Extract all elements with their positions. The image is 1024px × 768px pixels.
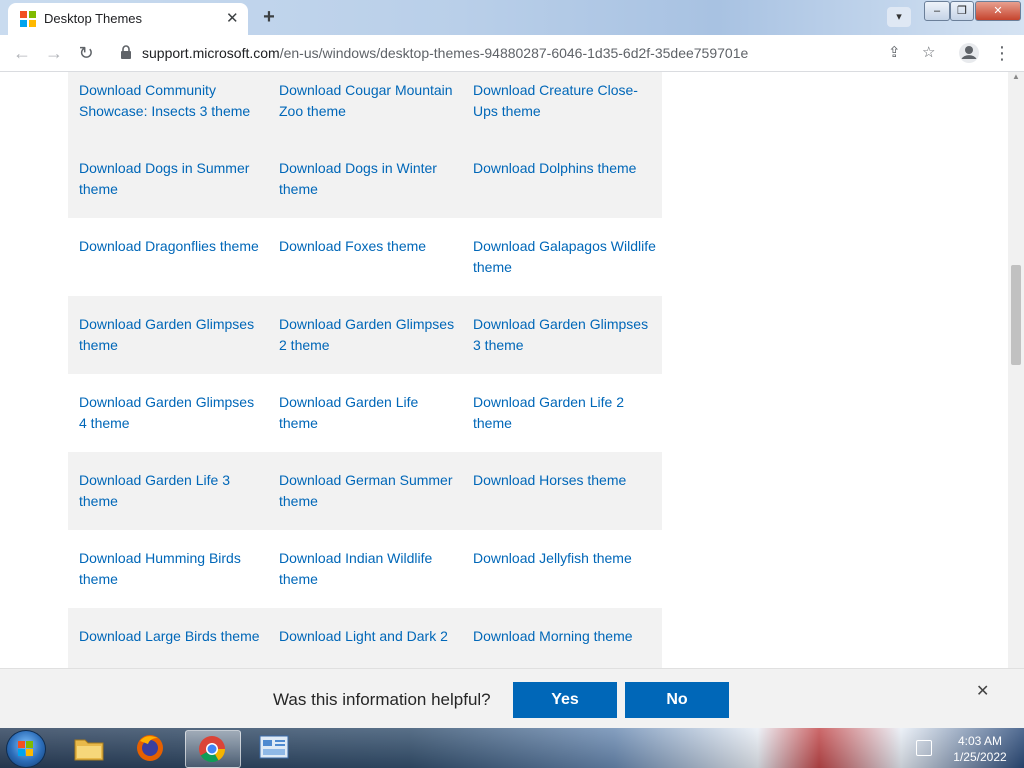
- theme-link[interactable]: Download Light and Dark 2: [279, 608, 459, 647]
- table-row: Download Garden Glimpses theme Download …: [68, 296, 662, 374]
- clock-time[interactable]: 4:03 AM: [940, 734, 1020, 748]
- restore-button[interactable]: ❐: [950, 1, 974, 21]
- start-button[interactable]: [6, 730, 46, 768]
- chrome-menu-icon[interactable]: ⋮: [990, 41, 1014, 65]
- tab-title: Desktop Themes: [44, 11, 143, 26]
- table-row: Download Dogs in Summer theme Download D…: [68, 140, 662, 218]
- theme-link[interactable]: Download Creature Close-Ups theme: [473, 72, 658, 122]
- address-bar[interactable]: support.microsoft.com/en-us/windows/desk…: [110, 39, 950, 67]
- theme-link[interactable]: Download Community Showcase: Insects 3 t…: [79, 72, 264, 122]
- network-icon[interactable]: [916, 740, 932, 756]
- taskbar-firefox[interactable]: [124, 730, 178, 766]
- browser-toolbar: ← → ↻ support.microsoft.com/en-us/window…: [0, 35, 1024, 72]
- theme-link[interactable]: Download Dogs in Summer theme: [79, 140, 264, 200]
- yes-button[interactable]: Yes: [513, 682, 617, 718]
- theme-link[interactable]: Download Garden Life 2 theme: [473, 374, 658, 434]
- back-arrow-icon[interactable]: ←: [10, 41, 34, 65]
- microsoft-logo-icon: [20, 11, 36, 27]
- reload-icon[interactable]: ↻: [74, 41, 98, 65]
- url-path: /en-us/windows/desktop-themes-94880287-6…: [279, 45, 749, 61]
- theme-link[interactable]: Download Foxes theme: [279, 218, 459, 257]
- theme-link[interactable]: Download German Summer theme: [279, 452, 459, 512]
- taskbar-control-panel[interactable]: [247, 730, 301, 766]
- forward-arrow-icon[interactable]: →: [42, 41, 66, 65]
- browser-title-bar: Desktop Themes ✕ + ▾ – ❐ ✕: [0, 0, 1024, 35]
- theme-link[interactable]: Download Garden Glimpses 3 theme: [473, 296, 658, 356]
- system-tray: 4:03 AM 1/25/2022: [910, 730, 1024, 766]
- theme-link[interactable]: Download Indian Wildlife theme: [279, 530, 459, 590]
- theme-link[interactable]: Download Galapagos Wildlife theme: [473, 218, 658, 278]
- feedback-question: Was this information helpful?: [273, 690, 491, 709]
- vertical-scrollbar[interactable]: ▲: [1008, 72, 1024, 668]
- theme-link[interactable]: Download Garden Life 3 theme: [79, 452, 264, 512]
- table-row: Download Large Birds theme Download Ligh…: [68, 608, 662, 668]
- chrome-icon: [199, 736, 226, 763]
- tab-close-icon[interactable]: ✕: [226, 9, 239, 27]
- table-row: Download Garden Glimpses 4 theme Downloa…: [68, 374, 662, 452]
- theme-link[interactable]: Download Jellyfish theme: [473, 530, 658, 569]
- theme-link[interactable]: Download Garden Life theme: [279, 374, 459, 434]
- no-button[interactable]: No: [625, 682, 729, 718]
- feedback-bar: Was this information helpful? Yes No ✕: [0, 668, 1024, 729]
- theme-link[interactable]: Download Horses theme: [473, 452, 658, 491]
- theme-link[interactable]: Download Garden Glimpses 2 theme: [279, 296, 459, 356]
- table-row: Download Humming Birds theme Download In…: [68, 530, 662, 608]
- theme-link[interactable]: Download Large Birds theme: [79, 608, 264, 647]
- new-tab-button[interactable]: +: [256, 5, 282, 29]
- table-row: Download Dragonflies theme Download Foxe…: [68, 218, 662, 296]
- control-panel-icon: [259, 735, 289, 759]
- url-text: support.microsoft.com/en-us/windows/desk…: [142, 45, 748, 61]
- theme-link[interactable]: Download Garden Glimpses theme: [79, 296, 264, 356]
- clock-date[interactable]: 1/25/2022: [940, 750, 1020, 764]
- theme-link[interactable]: Download Cougar Mountain Zoo theme: [279, 72, 459, 122]
- scrollbar-thumb[interactable]: [1011, 265, 1021, 365]
- theme-link[interactable]: Download Dogs in Winter theme: [279, 140, 459, 200]
- browser-tab[interactable]: Desktop Themes ✕: [8, 3, 248, 35]
- minimize-button[interactable]: –: [924, 1, 950, 21]
- themes-table: Download Community Showcase: Insects 3 t…: [68, 72, 662, 668]
- theme-link[interactable]: Download Dolphins theme: [473, 140, 658, 179]
- close-window-button[interactable]: ✕: [975, 1, 1021, 21]
- theme-link[interactable]: Download Garden Glimpses 4 theme: [79, 374, 264, 434]
- taskbar-explorer[interactable]: [62, 730, 116, 766]
- theme-link[interactable]: Download Dragonflies theme: [79, 218, 264, 257]
- scroll-up-arrow-icon[interactable]: ▲: [1008, 72, 1024, 86]
- table-row: Download Garden Life 3 theme Download Ge…: [68, 452, 662, 530]
- bookmark-star-icon[interactable]: ☆: [922, 43, 935, 61]
- close-icon[interactable]: ✕: [976, 681, 989, 701]
- folder-icon: [74, 739, 104, 761]
- url-host: support.microsoft.com: [142, 45, 280, 61]
- theme-link[interactable]: Download Morning theme: [473, 608, 658, 647]
- theme-link[interactable]: Download Humming Birds theme: [79, 530, 264, 590]
- firefox-icon: [137, 735, 163, 761]
- tab-search-chevron-icon[interactable]: ▾: [887, 7, 911, 27]
- profile-avatar-icon[interactable]: [958, 42, 980, 64]
- windows-taskbar: 4:03 AM 1/25/2022: [0, 728, 1024, 768]
- lock-icon: [121, 45, 131, 59]
- share-icon[interactable]: ⇪: [888, 43, 901, 61]
- page-content: Download Community Showcase: Insects 3 t…: [0, 72, 1008, 668]
- taskbar-chrome[interactable]: [185, 730, 241, 768]
- table-row: Download Community Showcase: Insects 3 t…: [68, 72, 662, 140]
